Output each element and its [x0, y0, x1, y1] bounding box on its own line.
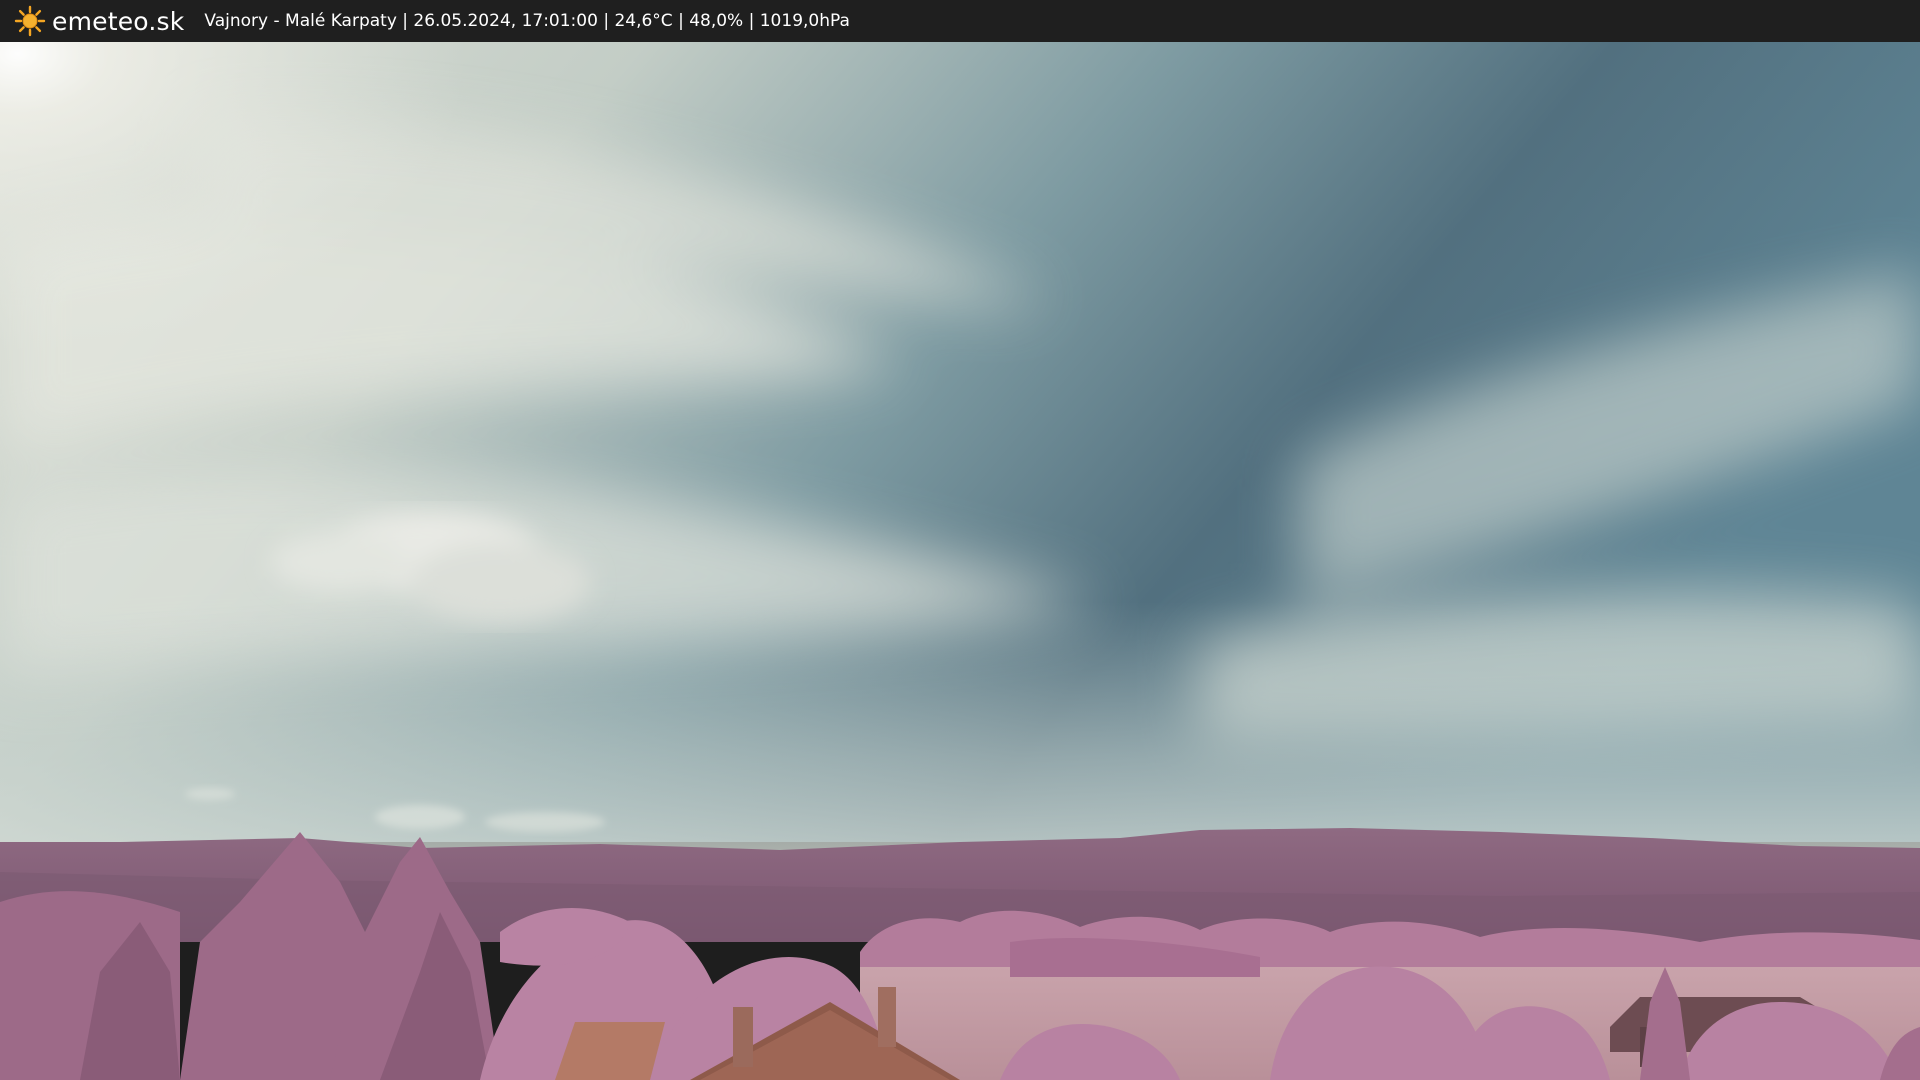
- brand-link[interactable]: emeteo.sk: [14, 0, 184, 42]
- station-caption: Vajnory - Malé Karpaty | 26.05.2024, 17:…: [204, 11, 850, 31]
- brand-name: emeteo.sk: [52, 6, 185, 36]
- top-info-bar: emeteo.sk Vajnory - Malé Karpaty | 26.05…: [0, 0, 1920, 42]
- webcam-view: emeteo.sk Vajnory - Malé Karpaty | 26.05…: [0, 0, 1920, 1080]
- sun-icon: [14, 5, 46, 37]
- webcam-image: [0, 42, 1920, 1080]
